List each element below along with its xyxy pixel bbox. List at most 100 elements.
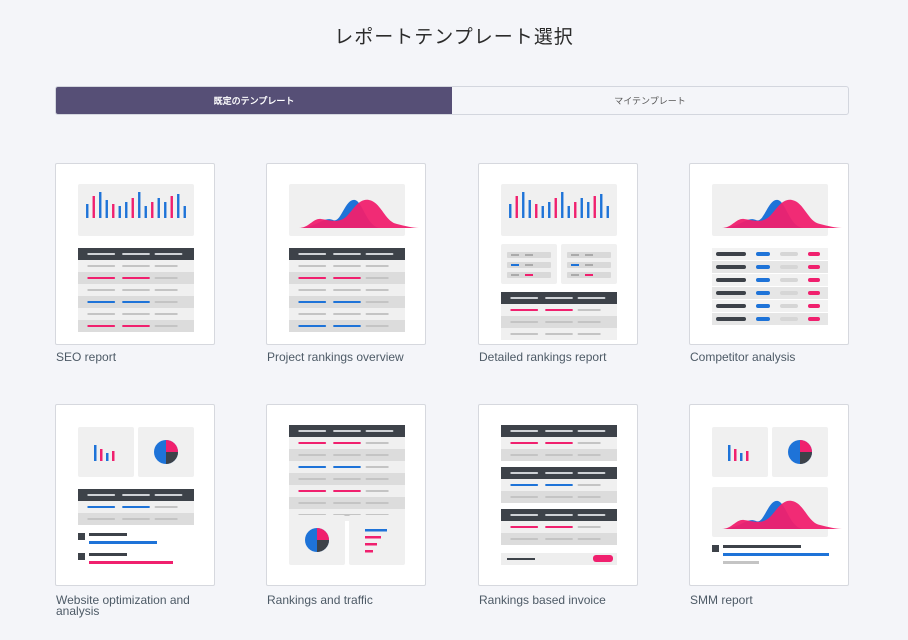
bar-mark: [522, 192, 525, 218]
bar-mark: [600, 194, 603, 218]
cell-line: [333, 289, 361, 291]
list-marker: [712, 545, 719, 552]
cell-line: [716, 304, 746, 308]
bar-mark: [106, 453, 109, 461]
mini-line: [585, 254, 593, 256]
cell-line: [808, 265, 820, 269]
bar-mark: [170, 196, 173, 218]
cell-line: [545, 442, 573, 444]
list-line: [89, 553, 127, 556]
cell-line: [365, 289, 389, 291]
cell-line: [298, 325, 327, 327]
bar-mark: [157, 198, 160, 218]
bar-mark: [118, 206, 121, 218]
bar-mark: [138, 192, 141, 218]
bar-mark: [112, 451, 115, 461]
cell-line: [577, 309, 601, 311]
cell-line: [365, 265, 389, 267]
cell-line: [545, 309, 573, 311]
header-line: [577, 514, 606, 516]
cell-line: [122, 325, 150, 327]
bar-mark: [728, 445, 731, 461]
cell-line: [545, 321, 573, 323]
template-name[interactable]: Rankings based invoice: [479, 594, 629, 606]
template-name[interactable]: SEO report: [56, 351, 206, 363]
template-name[interactable]: SMM report: [690, 594, 840, 606]
bar-mark: [105, 200, 108, 218]
template-thumbnail[interactable]: [266, 404, 426, 586]
template-tabs: 既定のテンプレート マイテンプレート: [55, 86, 849, 115]
bar-mark: [509, 204, 512, 218]
bar-mark: [587, 202, 590, 218]
cell-line: [298, 265, 327, 267]
header-line: [545, 514, 573, 516]
cell-line: [154, 289, 178, 291]
preview-panel: [78, 184, 194, 236]
cell-line: [87, 289, 116, 291]
list-marker: [78, 553, 85, 560]
template-thumbnail[interactable]: [478, 404, 638, 586]
cell-line: [577, 484, 601, 486]
cell-line: [577, 454, 601, 456]
cell-line: [365, 466, 389, 468]
template-thumbnail[interactable]: [266, 163, 426, 345]
cell-line: [545, 526, 573, 528]
template-thumbnail[interactable]: [689, 404, 849, 586]
header-line: [510, 514, 539, 516]
header-line: [545, 472, 573, 474]
cell-line: [716, 317, 746, 321]
cell-line: [510, 309, 539, 311]
bar-mark: [746, 451, 749, 461]
header-line: [577, 472, 606, 474]
bar-mark: [574, 202, 577, 218]
cell-line: [365, 313, 389, 315]
cell-line: [154, 277, 178, 279]
cell-line: [545, 496, 573, 498]
cell-line: [577, 333, 601, 335]
template-thumbnail[interactable]: [55, 404, 215, 586]
total-line: [507, 558, 535, 560]
cell-line: [808, 291, 820, 295]
cell-line: [87, 265, 116, 267]
cell-line: [780, 304, 798, 308]
cell-line: [154, 301, 178, 303]
template-name[interactable]: Detailed rankings report: [479, 351, 629, 363]
cell-line: [122, 265, 150, 267]
cell-line: [545, 484, 573, 486]
bar-mark: [541, 206, 544, 218]
bar-mark: [112, 204, 115, 218]
bar-mark: [535, 204, 538, 218]
mini-line: [571, 274, 579, 276]
template-name[interactable]: Website optimization and analysis: [56, 594, 206, 617]
bar-mark: [365, 550, 373, 553]
cell-line: [87, 325, 116, 327]
mini-line: [511, 264, 519, 266]
tab-default-templates[interactable]: 既定のテンプレート: [56, 87, 452, 114]
cell-line: [333, 502, 361, 504]
header-line: [510, 472, 539, 474]
template-name[interactable]: Project rankings overview: [267, 351, 417, 363]
cell-line: [510, 496, 539, 498]
tab-my-templates[interactable]: マイテンプレート: [452, 87, 848, 114]
header-line: [577, 430, 606, 432]
list-line: [723, 545, 801, 548]
header-line: [298, 430, 327, 432]
bar-mark: [131, 198, 134, 218]
template-name[interactable]: Rankings and traffic: [267, 594, 417, 606]
template-thumbnail[interactable]: [689, 163, 849, 345]
template-name[interactable]: Competitor analysis: [690, 351, 840, 363]
cell-line: [87, 506, 116, 508]
list-line: [723, 553, 829, 556]
header-line: [122, 494, 150, 496]
list-line: [89, 561, 173, 564]
cell-line: [756, 291, 770, 295]
template-thumbnail[interactable]: [478, 163, 638, 345]
cell-line: [122, 289, 150, 291]
cell-line: [333, 277, 361, 279]
cell-line: [298, 289, 327, 291]
template-thumbnail[interactable]: [55, 163, 215, 345]
list-line: [723, 561, 759, 564]
bar-mark: [164, 202, 167, 218]
cell-line: [333, 313, 361, 315]
mini-line: [585, 264, 593, 266]
